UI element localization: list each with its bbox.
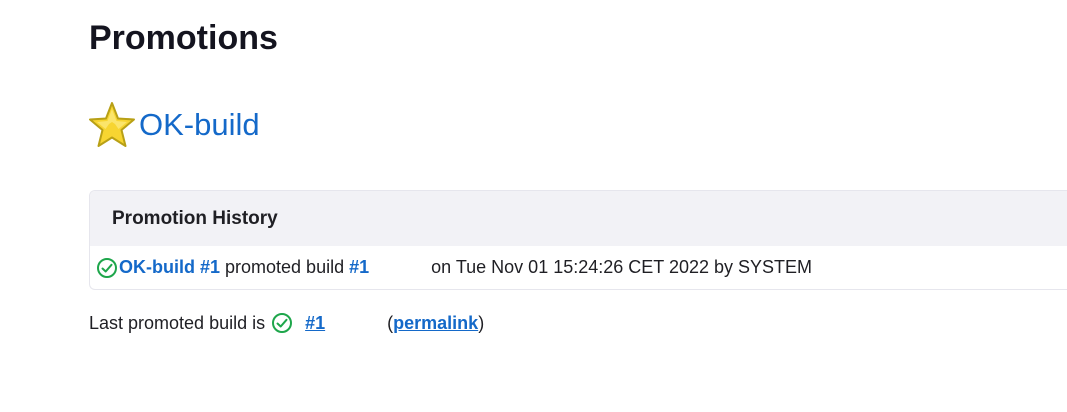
check-circle-icon (271, 312, 293, 334)
promotion-history-header: Promotion History (90, 191, 1067, 246)
permalink-link[interactable]: permalink (393, 313, 478, 334)
last-promoted-line: Last promoted build is #1 ( permalink ) (89, 312, 484, 334)
target-build-link[interactable]: #1 (349, 257, 369, 278)
page-title: Promotions (89, 19, 278, 57)
paren-close: ) (478, 312, 485, 333)
promotion-process-heading: OK-build (87, 100, 260, 150)
promotions-page: Promotions OK-build Promotion History OK… (0, 0, 1067, 412)
promotion-history-table: Promotion History OK-build #1 promoted b… (89, 190, 1067, 290)
last-promoted-build-link[interactable]: #1 (305, 313, 325, 334)
star-icon (87, 100, 137, 150)
promotion-build-link[interactable]: #1 (200, 257, 220, 278)
promotion-process-link[interactable]: OK-build (119, 257, 195, 278)
check-circle-icon (96, 257, 118, 279)
promotion-details: on Tue Nov 01 15:24:26 CET 2022 by SYSTE… (431, 257, 813, 277)
promotion-history-row: OK-build #1 promoted build #1 on Tue Nov… (90, 246, 1067, 289)
last-promoted-label: Last promoted build is (89, 312, 266, 333)
promoted-build-text: promoted build (225, 257, 345, 277)
process-name-link[interactable]: OK-build (139, 105, 260, 145)
